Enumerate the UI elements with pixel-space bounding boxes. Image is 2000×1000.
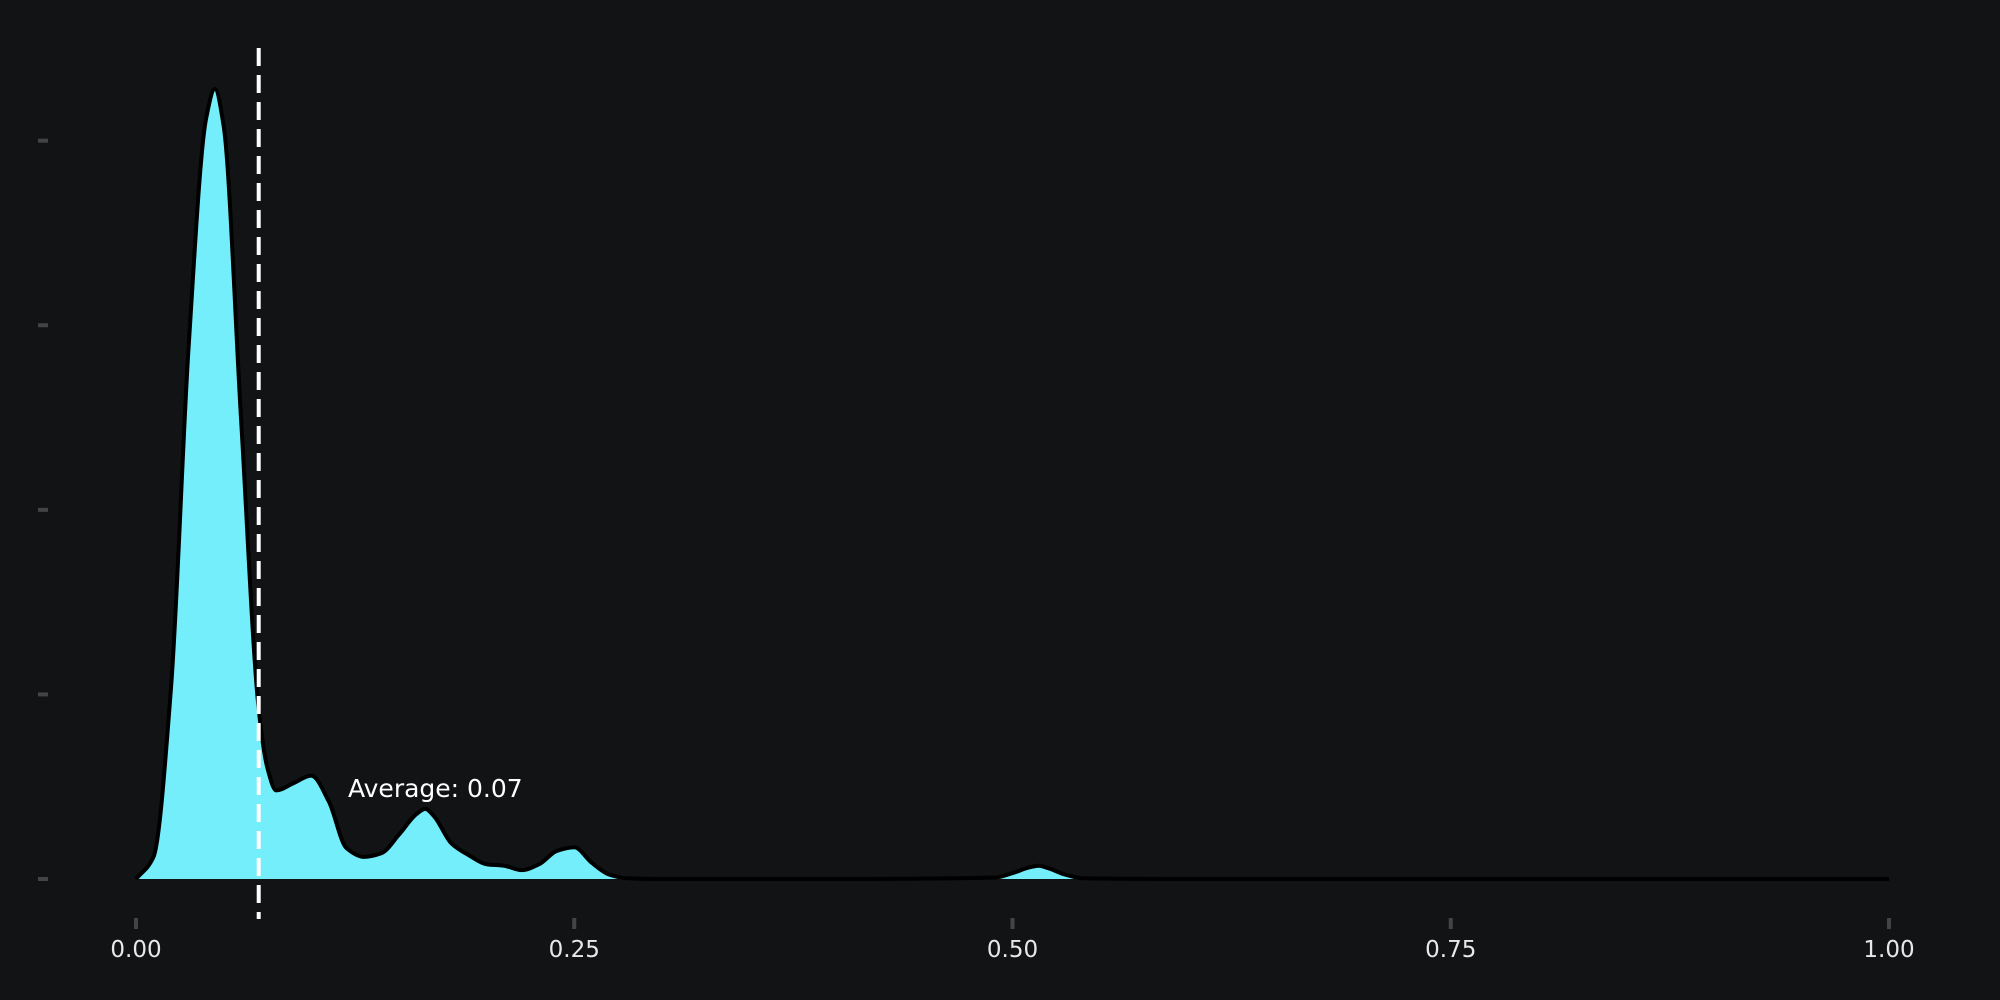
x-tick-label: 1.00 — [1863, 937, 1914, 963]
density-area — [136, 89, 1889, 879]
y-axis — [38, 138, 48, 881]
x-tick-label: 0.75 — [1425, 937, 1476, 963]
x-tick-label: 0.25 — [549, 937, 600, 963]
average-label: Average: 0.07 — [348, 774, 523, 803]
x-tick-label: 0.00 — [110, 937, 161, 963]
chart-svg: 0.00 0.25 0.50 0.75 1.00 Average: 0.07 — [38, 48, 1915, 963]
x-tick-label: 0.50 — [987, 937, 1038, 963]
density-series — [134, 87, 1889, 882]
density-chart: 0.00 0.25 0.50 0.75 1.00 Average: 0.07 — [0, 0, 2000, 1000]
density-outline — [134, 87, 1889, 882]
x-axis: 0.00 0.25 0.50 0.75 1.00 — [110, 918, 1915, 963]
